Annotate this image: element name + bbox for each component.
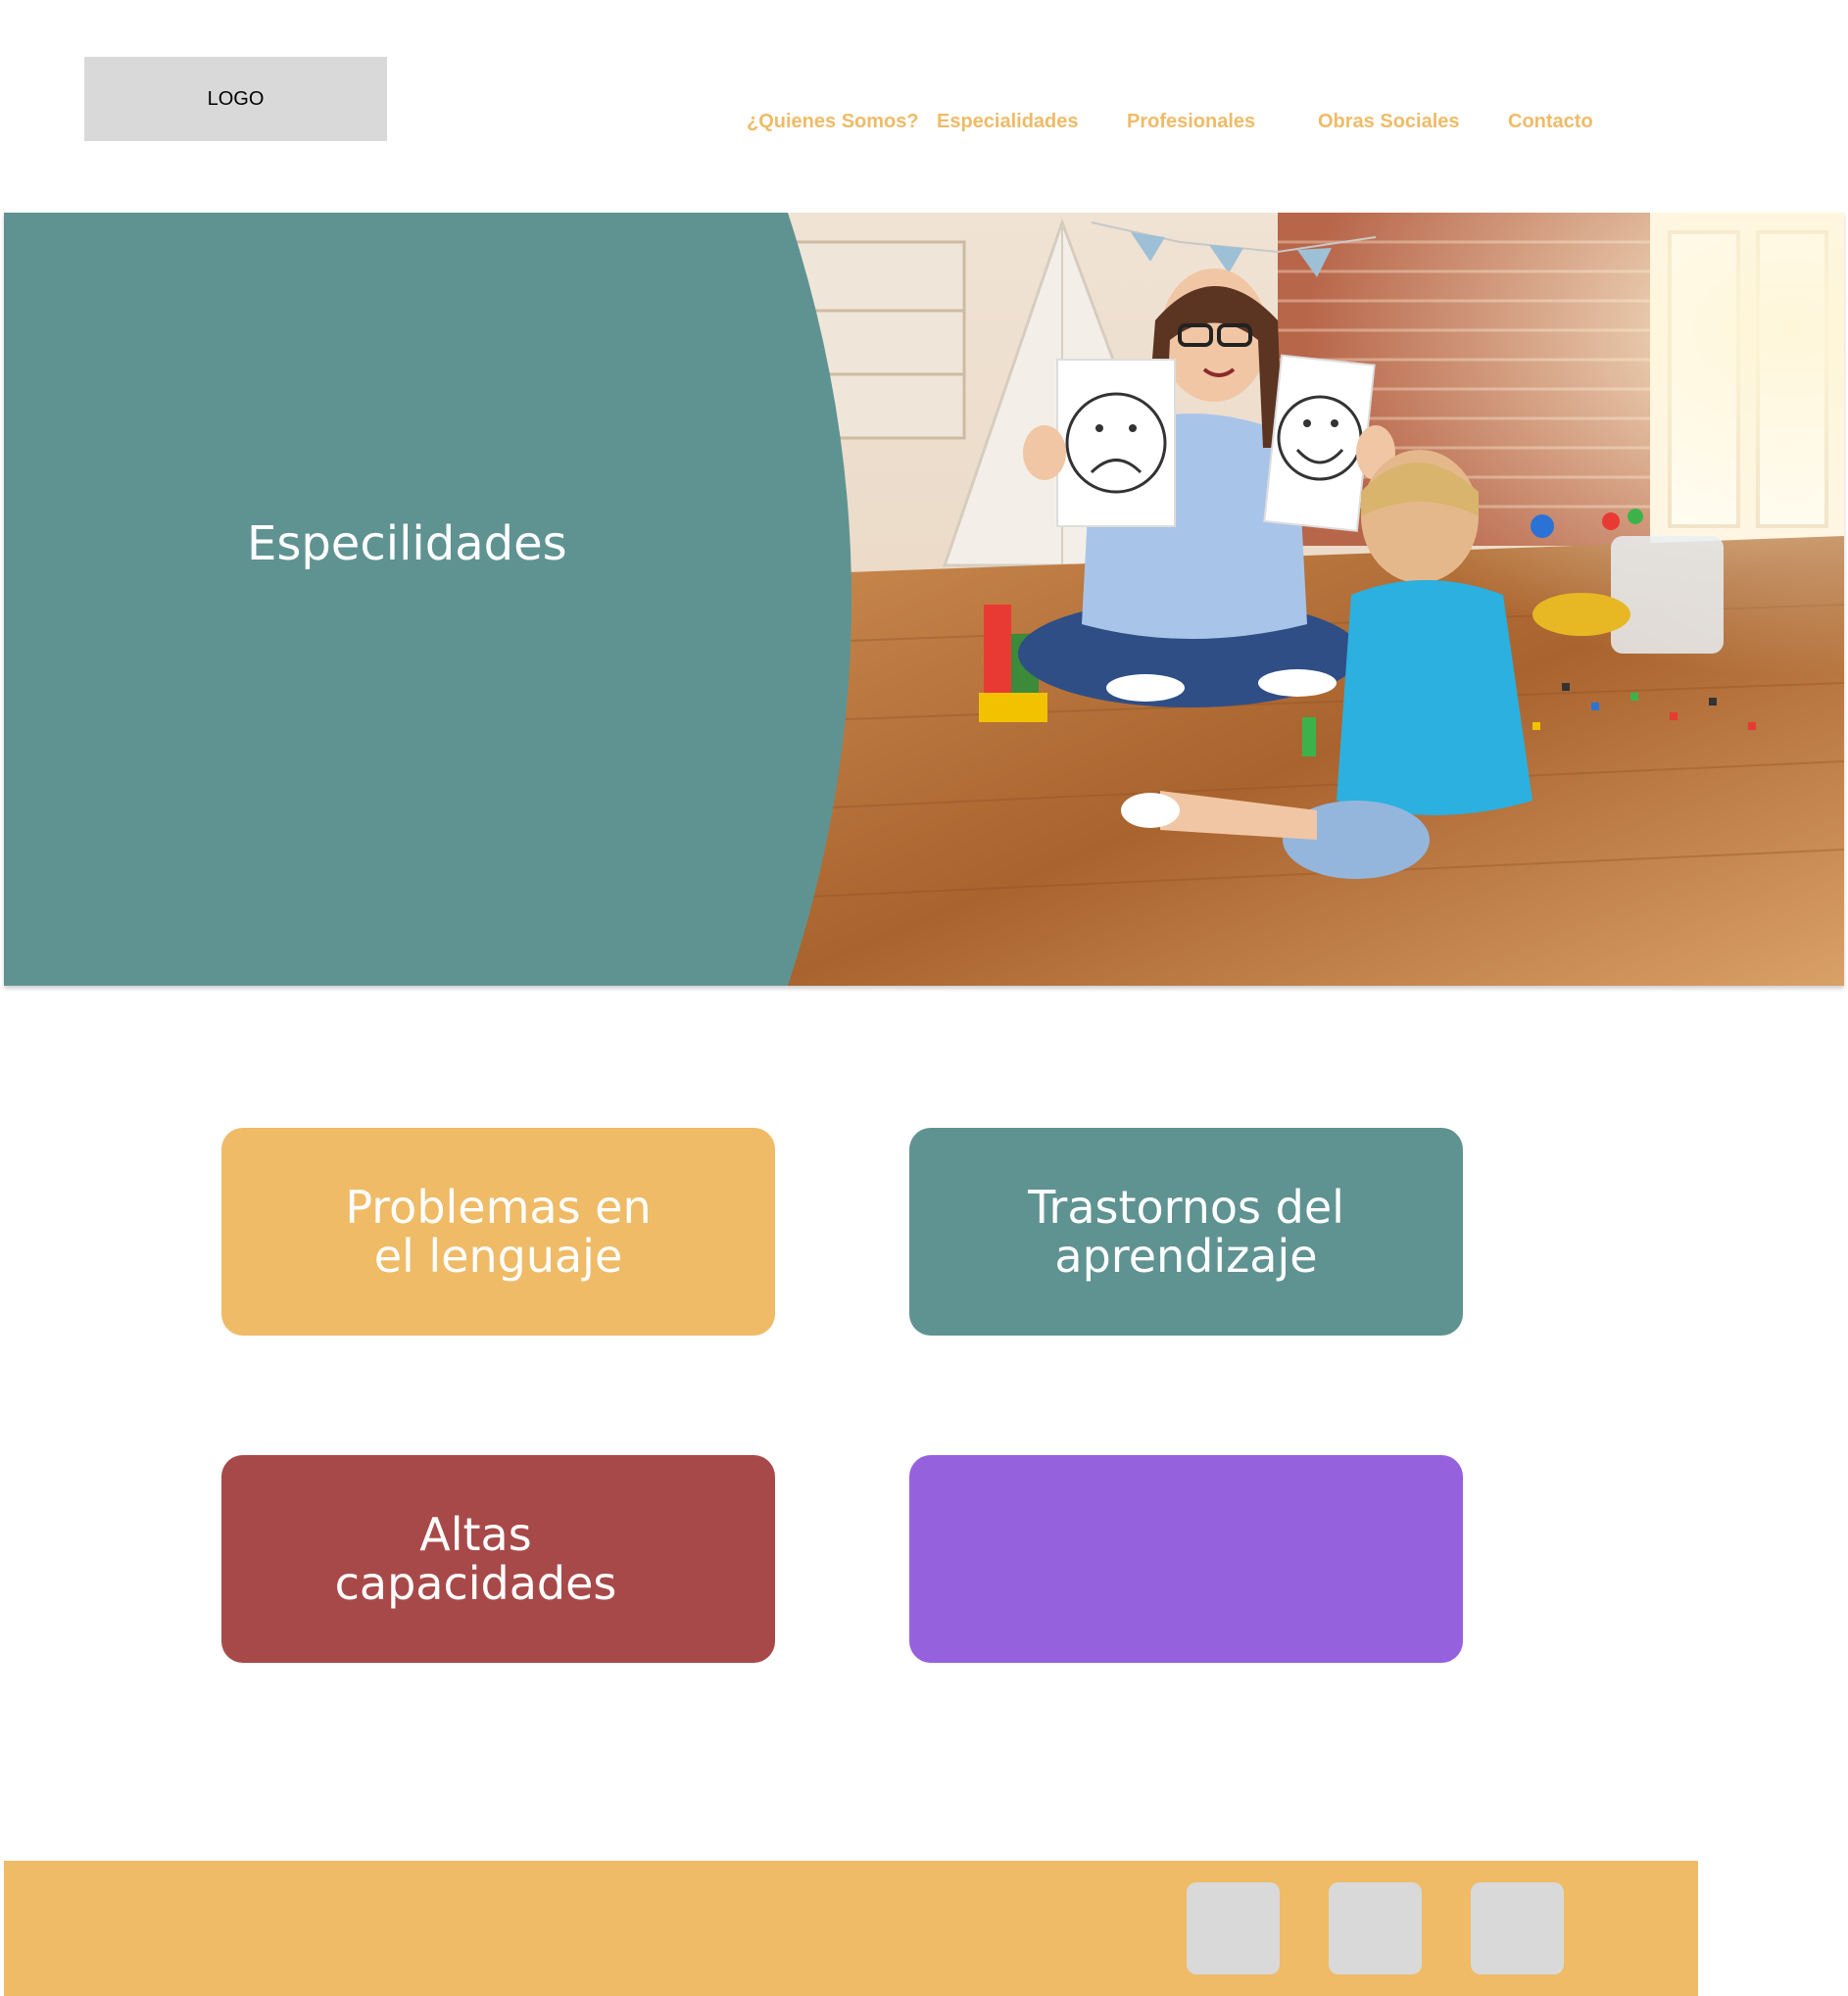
- logo-text: LOGO: [207, 87, 265, 110]
- card-label: Problemas en el lenguaje: [345, 1183, 651, 1281]
- nav-obras-sociales[interactable]: Obras Sociales: [1318, 111, 1460, 133]
- nav-profesionales[interactable]: Profesionales: [1127, 111, 1255, 133]
- card-label-line2: el lenguaje: [373, 1230, 623, 1283]
- logo[interactable]: LOGO: [84, 57, 387, 141]
- card-trastornos-aprendizaje[interactable]: Trastornos del aprendizaje: [909, 1128, 1463, 1336]
- hero-teal-panel: [4, 213, 851, 986]
- card-label-line1: Altas: [419, 1508, 532, 1561]
- card-label-line1: Trastornos del: [1028, 1181, 1344, 1234]
- card-label: Trastornos del aprendizaje: [1028, 1183, 1344, 1281]
- page: LOGO ¿Quienes Somos? Especialidades Prof…: [0, 0, 1848, 1996]
- social-icon-1[interactable]: [1187, 1882, 1280, 1974]
- hero-title: Especilidades: [247, 516, 567, 571]
- card-label: Altas capacidades: [335, 1510, 617, 1608]
- card-label-line2: aprendizaje: [1054, 1230, 1318, 1283]
- hero-photo: [4, 213, 1844, 986]
- social-icon-2[interactable]: [1329, 1882, 1422, 1974]
- card-altas-capacidades[interactable]: Altas capacidades: [221, 1455, 775, 1663]
- footer: [4, 1861, 1698, 1996]
- nav-quienes-somos[interactable]: ¿Quienes Somos?: [747, 111, 919, 133]
- card-label-line1: Problemas en: [345, 1181, 652, 1234]
- card-problemas-lenguaje[interactable]: Problemas en el lenguaje: [221, 1128, 775, 1336]
- card-label-line2: capacidades: [334, 1557, 617, 1610]
- card-empty-purple[interactable]: [909, 1455, 1463, 1663]
- nav-contacto[interactable]: Contacto: [1508, 111, 1593, 133]
- hero-banner: Especilidades: [4, 213, 1844, 986]
- social-icon-3[interactable]: [1471, 1882, 1564, 1974]
- nav-especialidades[interactable]: Especialidades: [937, 111, 1079, 133]
